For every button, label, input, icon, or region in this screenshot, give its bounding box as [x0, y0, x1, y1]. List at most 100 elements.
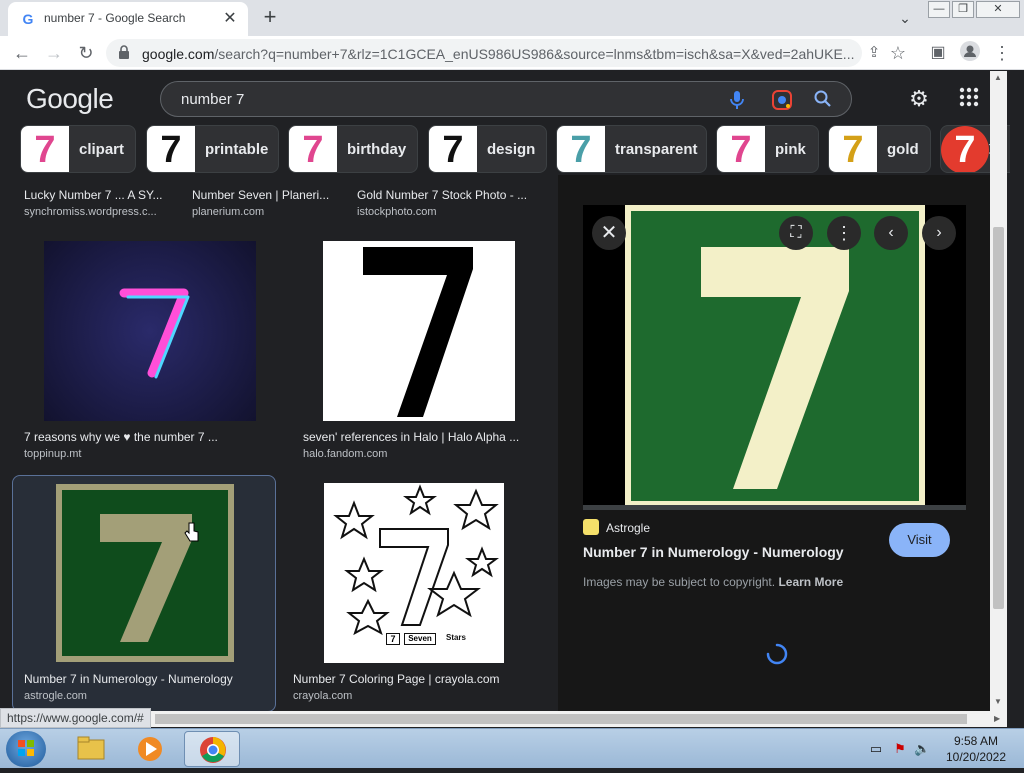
search-magnifier-icon[interactable] [813, 89, 833, 109]
new-tab-button[interactable]: + [258, 5, 282, 29]
chip-birthday[interactable]: 7 birthday [288, 125, 418, 173]
result-source[interactable]: toppinup.mt [24, 448, 81, 460]
loading-spinner-icon [766, 643, 788, 665]
scroll-down-arrow-icon[interactable]: ▼ [994, 697, 1002, 706]
google-apps-icon[interactable] [958, 86, 982, 110]
chip-label: birthday [347, 141, 407, 158]
preview-image-frame [583, 205, 966, 510]
chip-label: transparent [615, 141, 698, 158]
result-caption[interactable]: Number 7 in Numerology - Numerology [24, 672, 233, 686]
chip-thumbnail: 7 [147, 126, 195, 172]
bookmark-star-icon[interactable]: ☆ [886, 41, 910, 65]
chrome-taskbar-icon[interactable] [184, 731, 240, 767]
scroll-up-arrow-icon[interactable]: ▲ [994, 73, 1002, 82]
google-favicon-icon: G [22, 11, 34, 27]
address-bar[interactable]: google.com/search?q=number+7&rlz=1C1GCEA… [106, 39, 862, 67]
share-icon[interactable]: ⇪ [862, 41, 886, 65]
file-explorer-icon[interactable] [62, 731, 118, 767]
action-center-flag-icon[interactable]: ⚑ [892, 741, 908, 757]
preview-site-name[interactable]: Astrogle [606, 521, 650, 535]
result-image-black-seven[interactable] [323, 241, 515, 421]
image-results: Lucky Number 7 ... A SY... synchromiss.w… [0, 175, 558, 712]
forward-arrow-icon[interactable]: → [42, 41, 66, 65]
close-preview-icon[interactable]: ✕ [592, 216, 626, 250]
tab-search-chevron-icon[interactable]: ⌄ [893, 6, 917, 30]
preview-image[interactable] [625, 205, 925, 507]
coloring-box-number: 7 [386, 633, 400, 645]
search-input[interactable]: number 7 [181, 91, 244, 108]
result-source[interactable]: istockphoto.com [357, 206, 436, 218]
preview-title[interactable]: Number 7 in Numerology - Numerology [583, 544, 844, 560]
result-source[interactable]: synchromiss.wordpress.c... [24, 206, 157, 218]
url-text: google.com/search?q=number+7&rlz=1C1GCEA… [142, 46, 854, 62]
result-caption[interactable]: Number Seven | Planeri... [192, 188, 329, 202]
chip-printable[interactable]: 7 printable [146, 125, 279, 173]
hand-cursor-icon [184, 522, 200, 544]
clock-time: 9:58 AM [953, 734, 999, 748]
vertical-scrollbar[interactable]: ▲ ▼ [990, 71, 1007, 711]
result-caption[interactable]: Lucky Number 7 ... A SY... [24, 188, 163, 202]
volume-icon[interactable]: 🔈 [914, 741, 930, 757]
filter-chips: 7 clipart 7 printable 7 birthday 7 desig… [0, 125, 1010, 175]
browser-menu-icon[interactable]: ⋮ [990, 41, 1014, 65]
lens-search-icon[interactable]: ⛶ [779, 216, 813, 250]
chip-clipart[interactable]: 7 clipart [20, 125, 136, 173]
vertical-scroll-thumb[interactable] [993, 227, 1004, 609]
network-icon[interactable]: ▭ [868, 741, 884, 757]
result-image-coloring-page[interactable]: 7 Seven Stars [324, 483, 504, 663]
coloring-box-word-stars: Stars [445, 633, 466, 642]
close-window-button[interactable]: ✕ [976, 1, 1020, 18]
image-preview-panel: ✕ ⛶ ⋮ ‹ › Astrogle Number 7 in Numerolog… [558, 175, 990, 712]
minimize-button[interactable]: — [928, 1, 950, 18]
coloring-box-word: Seven [404, 633, 436, 645]
scroll-right-arrow-icon[interactable]: ▶ [994, 714, 1000, 723]
learn-more-link[interactable]: Learn More [778, 575, 843, 589]
chip-gold[interactable]: 7 gold [828, 125, 931, 173]
visit-button[interactable]: Visit [889, 523, 950, 557]
url-domain: google.com [142, 46, 215, 62]
search-box[interactable]: number 7 [160, 81, 852, 117]
previous-chevron-icon[interactable]: ‹ [874, 216, 908, 250]
result-caption[interactable]: Gold Number 7 Stock Photo - ... [357, 188, 527, 202]
settings-gear-icon[interactable]: ⚙ [906, 86, 932, 112]
restore-button[interactable]: ❐ [952, 1, 974, 18]
side-panel-icon[interactable]: ▣ [926, 41, 950, 65]
chip-thumbnail: 7 [717, 126, 765, 172]
lock-icon[interactable] [118, 45, 132, 61]
url-path: /search?q=number+7&rlz=1C1GCEA_enUS986US… [214, 46, 855, 62]
result-image-neon-seven[interactable] [44, 241, 256, 421]
system-clock[interactable]: 9:58 AM 10/20/2022 [944, 733, 1008, 765]
profile-avatar-icon[interactable] [958, 41, 982, 65]
tab-close-icon[interactable]: ✕ [220, 9, 240, 29]
horizontal-scrollbar[interactable]: ▶ [0, 711, 1007, 727]
google-lens-icon[interactable] [771, 89, 792, 110]
google-logo[interactable]: Google [26, 83, 114, 115]
result-source[interactable]: astrogle.com [24, 690, 87, 702]
chip-pink[interactable]: 7 pink [716, 125, 819, 173]
result-source[interactable]: crayola.com [293, 690, 352, 702]
result-caption[interactable]: seven' references in Halo | Halo Alpha .… [303, 430, 519, 444]
more-options-icon[interactable]: ⋮ [827, 216, 861, 250]
start-button[interactable] [6, 731, 46, 767]
chip-thumbnail: 7 [557, 126, 605, 172]
media-player-icon[interactable] [122, 731, 178, 767]
result-image-green-seven[interactable] [56, 484, 234, 662]
next-chevron-icon[interactable]: › [922, 216, 956, 250]
chip-design[interactable]: 7 design [428, 125, 547, 173]
chip-label: printable [205, 141, 269, 158]
tab-title: number 7 - Google Search [44, 11, 186, 25]
reload-icon[interactable]: ↻ [74, 41, 98, 65]
google-header: Google number 7 ⚙ [0, 71, 1010, 125]
result-caption[interactable]: Number 7 Coloring Page | crayola.com [293, 672, 500, 686]
microphone-icon[interactable] [727, 89, 747, 109]
result-source[interactable]: halo.fandom.com [303, 448, 387, 460]
chip-thumbnail: 7 [829, 126, 877, 172]
chip-transparent[interactable]: 7 transparent [556, 125, 707, 173]
back-arrow-icon[interactable]: ← [10, 41, 34, 65]
horizontal-scroll-thumb[interactable] [155, 714, 967, 724]
result-caption[interactable]: 7 reasons why we ♥ the number 7 ... [24, 430, 218, 444]
result-source[interactable]: planerium.com [192, 206, 264, 218]
clock-date: 10/20/2022 [945, 750, 1007, 764]
copyright-text: Images may be subject to copyright. [583, 575, 776, 589]
tab-active[interactable]: G number 7 - Google Search ✕ [8, 2, 248, 36]
